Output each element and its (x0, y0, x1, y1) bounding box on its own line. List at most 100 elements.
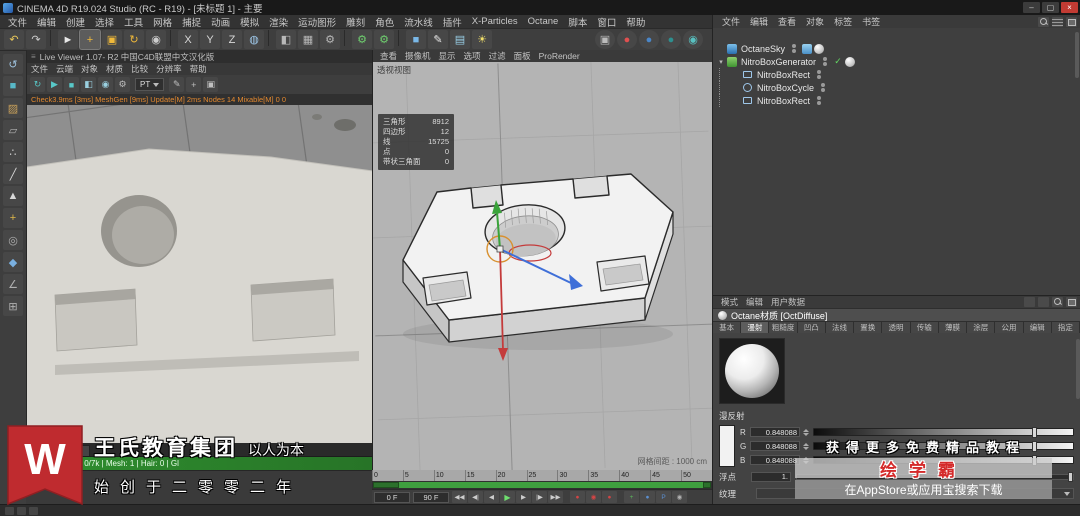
channel-value-field[interactable]: 0.848088 (750, 455, 800, 465)
om-menu-item[interactable]: 对象 (801, 15, 829, 28)
mode-toolbar-icon[interactable]: ◎ (3, 230, 23, 250)
menu-item[interactable]: 文件 (3, 15, 32, 29)
object-name[interactable]: NitroBoxRect (757, 70, 810, 80)
expand-arrow-icon[interactable]: ▾ (717, 58, 725, 66)
om-menu-item[interactable]: 标签 (829, 15, 857, 28)
toolbar-icon[interactable]: ✎ (428, 30, 448, 49)
toolbar-icon[interactable]: ⚙ (352, 30, 372, 49)
mode-toolbar-icon[interactable]: + (3, 208, 23, 228)
viewport-menu-item[interactable]: 面板 (510, 50, 535, 62)
keyflag-button[interactable]: ● (640, 491, 655, 503)
forward-icon[interactable] (1038, 297, 1049, 307)
render-mode-dropdown[interactable]: PT (135, 78, 165, 91)
viewport-menu-item[interactable]: 选项 (460, 50, 485, 62)
toolbar-icon[interactable]: X (178, 30, 198, 49)
toolbar-icon[interactable] (344, 30, 348, 46)
live-viewer-menu-item[interactable]: 云端 (52, 63, 77, 75)
channel-tab[interactable]: 公用 (995, 322, 1024, 333)
toolbar-icon[interactable]: ■ (406, 30, 426, 49)
live-viewer-menu-item[interactable]: 文件 (27, 63, 52, 75)
transport-button[interactable]: ▶ (516, 491, 531, 503)
live-viewer-tool-icon[interactable]: ✎ (169, 77, 185, 92)
viewport-name-label[interactable]: 透视视图 (377, 64, 411, 76)
transport-button[interactable]: ▶ (500, 491, 515, 503)
search-icon[interactable] (1052, 297, 1063, 307)
channel-tab[interactable]: 粗糙度 (769, 322, 798, 333)
mode-toolbar-icon[interactable]: ↺ (3, 54, 23, 74)
toolbar-icon[interactable]: ◧ (276, 30, 296, 49)
menu-item[interactable]: 动画 (206, 15, 235, 29)
preview-range[interactable] (373, 482, 711, 488)
live-viewer-tool-icon[interactable]: + (186, 77, 202, 92)
record-button[interactable]: ● (602, 491, 617, 503)
viewport-menu-item[interactable]: 显示 (435, 50, 460, 62)
live-viewer-menu-item[interactable]: 材质 (102, 63, 127, 75)
menu-item[interactable]: 运动图形 (293, 15, 341, 29)
menu-item[interactable]: 帮助 (621, 15, 650, 29)
live-viewer-menu-item[interactable]: 对象 (77, 63, 102, 75)
slider-handle[interactable] (1068, 471, 1073, 482)
channel-tab[interactable]: 薄膜 (938, 322, 968, 333)
menu-item[interactable]: 选择 (90, 15, 119, 29)
live-viewer-menu-item[interactable]: 分辨率 (152, 63, 186, 75)
visibility-dots[interactable] (823, 57, 828, 66)
lock-icon[interactable] (1066, 297, 1077, 307)
object-tag-icon[interactable] (833, 57, 843, 67)
menu-item[interactable]: 创建 (61, 15, 90, 29)
toolbar-icon[interactable] (50, 30, 54, 46)
keyflag-button[interactable]: P (656, 491, 671, 503)
toolbar-icon[interactable]: ↻ (124, 30, 144, 49)
toolbar-icon[interactable] (268, 30, 272, 46)
object-tag-icon[interactable] (845, 56, 856, 67)
stepper-icon[interactable] (803, 427, 810, 437)
live-viewer-menu-item[interactable]: 比较 (127, 63, 152, 75)
toolbar-icon[interactable]: ⚙ (374, 30, 394, 49)
live-viewer-tool-icon[interactable]: ■ (64, 77, 79, 92)
live-viewer-menu-item[interactable]: 帮助 (186, 63, 211, 75)
toolbar-icon[interactable]: ▣ (102, 30, 122, 49)
om-menu-item[interactable]: 文件 (717, 15, 745, 28)
object-tag-icon[interactable] (814, 43, 825, 54)
object-tag-icon[interactable] (802, 43, 813, 54)
octane-toolbar-icon[interactable]: ● (639, 30, 659, 49)
toolbar-icon[interactable]: + (79, 29, 101, 50)
live-viewer-tool-icon[interactable]: ◧ (81, 77, 96, 92)
keyflag-button[interactable]: + (624, 491, 639, 503)
transport-button[interactable]: ◀◀ (452, 491, 467, 503)
channel-tab[interactable]: 透明 (882, 322, 911, 333)
viewport-canvas[interactable]: 透视视图 三角形 8912 四边形 12 线 15725 点 0 带状三角面 0… (373, 62, 712, 470)
object-row[interactable]: NitroBoxCycle (713, 81, 1080, 94)
object-row[interactable]: NitroBoxRect (713, 68, 1080, 81)
visibility-dots[interactable] (821, 83, 826, 92)
attribute-menu-item[interactable]: 用户数据 (767, 296, 809, 308)
visibility-dots[interactable] (817, 96, 822, 105)
toolbar-icon[interactable]: ◉ (146, 30, 166, 49)
viewport-menu-item[interactable]: 查看 (376, 50, 401, 62)
channel-value-field[interactable]: 0.848088 (750, 441, 800, 451)
attribute-menu-item[interactable]: 编辑 (742, 296, 767, 308)
om-menu-item[interactable]: 书签 (857, 15, 885, 28)
object-row[interactable]: NitroBoxRect (713, 94, 1080, 107)
attrs-scrollbar[interactable] (1076, 339, 1080, 399)
toolbar-icon[interactable] (170, 30, 174, 46)
material-title-row[interactable]: Octane材质 [OctDiffuse] (713, 308, 1080, 322)
mode-toolbar-icon[interactable]: ◆ (3, 252, 23, 272)
toolbar-icon[interactable] (398, 30, 402, 46)
transport-button[interactable]: ◀| (468, 491, 483, 503)
live-viewer-tool-icon[interactable]: ▣ (203, 77, 219, 92)
channel-tab[interactable]: 漫射 (741, 322, 770, 333)
current-frame-marker[interactable] (373, 482, 399, 488)
channel-tab[interactable]: 置换 (854, 322, 883, 333)
octane-render-view[interactable] (27, 105, 372, 443)
menu-item[interactable]: 流水线 (399, 15, 438, 29)
toolbar-icon[interactable]: ▦ (298, 30, 318, 49)
menu-item[interactable]: 编辑 (32, 15, 61, 29)
menu-item[interactable]: 工具 (119, 15, 148, 29)
visibility-dots[interactable] (792, 44, 797, 53)
octane-toolbar-icon[interactable]: ● (617, 30, 637, 49)
menu-item[interactable]: 脚本 (563, 15, 592, 29)
channel-tab[interactable]: 凹凸 (797, 322, 826, 333)
transport-button[interactable]: |▶ (532, 491, 547, 503)
viewport-menu-item[interactable]: 摄像机 (401, 50, 435, 62)
toolbar-icon[interactable]: ☀ (472, 30, 492, 49)
